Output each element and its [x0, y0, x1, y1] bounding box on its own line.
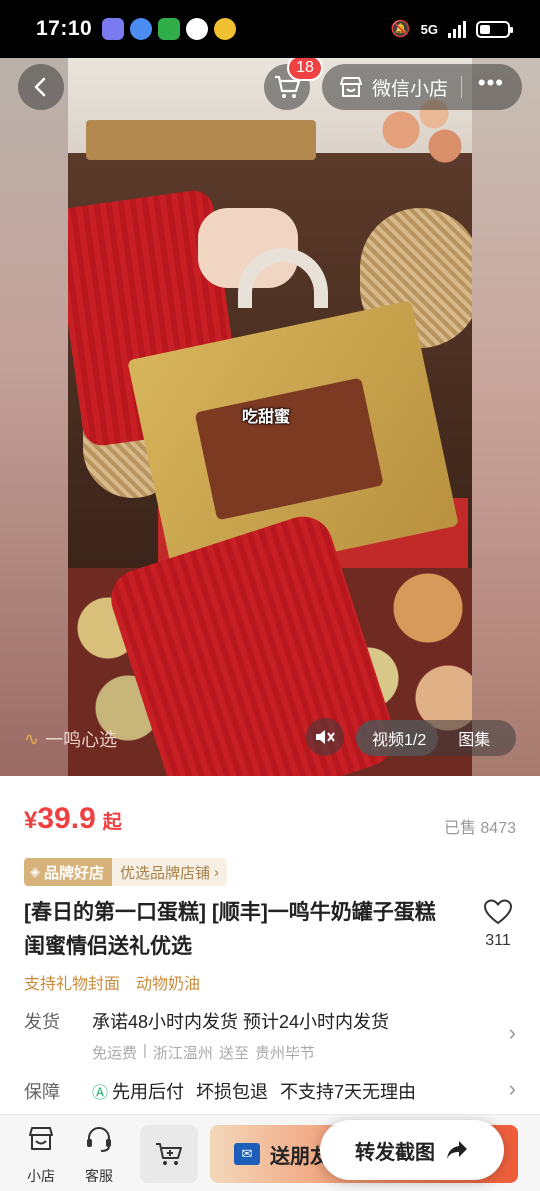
- heart-icon: [483, 899, 513, 925]
- share-screenshot-button[interactable]: 转发截图: [320, 1120, 504, 1180]
- brand-store-link[interactable]: 优选品牌店铺 ›: [112, 858, 228, 886]
- video-scene-flowers: [368, 98, 472, 178]
- product-title: [春日的第一口蛋糕] [顺丰]一鸣牛奶罐子蛋糕 闺蜜情侣送礼优选: [24, 901, 436, 958]
- tag-item: 支持礼物封面: [24, 976, 121, 993]
- price-currency: ¥: [24, 807, 38, 834]
- guarantee-item: 不支持7天无理由: [280, 1082, 417, 1102]
- service-nav-label: 客服: [85, 1168, 113, 1184]
- guarantee-item: 坏损包退: [196, 1082, 269, 1102]
- favorite-count: 311: [485, 932, 511, 949]
- battery-icon: [476, 20, 513, 38]
- sold-label: 已售: [443, 820, 476, 837]
- mute-button[interactable]: [306, 718, 344, 756]
- tag-item: 动物奶油: [136, 976, 201, 993]
- shipping-label: 发货: [24, 1012, 60, 1032]
- store-icon: [340, 77, 362, 97]
- brand-link-text: 优选品牌店铺: [120, 864, 211, 882]
- app-notification-icon: [130, 18, 153, 40]
- guarantee-item: 先用后付: [112, 1082, 185, 1102]
- bag-icon: ◈: [30, 864, 40, 879]
- ship-from: 浙江温州: [152, 1045, 213, 1062]
- shop-nav-label: 小店: [27, 1168, 55, 1184]
- brand-logo-icon: ∿: [24, 728, 40, 749]
- app-notification-icon: [186, 18, 209, 40]
- status-indicators: 🔕 5G: [390, 19, 513, 39]
- shop-label: 微信小店: [372, 78, 449, 100]
- media-blur-left: [0, 58, 68, 776]
- product-info: ¥ 39.9 起 已售 8473 ◈ 品牌好店 优选品牌店铺 › [春日的第一口…: [0, 776, 540, 1121]
- guarantee-label: 保障: [24, 1082, 60, 1102]
- chevron-right-icon: ›: [508, 1020, 516, 1045]
- gift-icon: ✉: [234, 1143, 260, 1165]
- video-scene-basket: [86, 120, 316, 160]
- video-caption: 吃甜蜜: [242, 409, 291, 426]
- status-time: 17:10: [36, 17, 93, 40]
- shop-nav-button[interactable]: 小店: [16, 1125, 66, 1186]
- customer-service-button[interactable]: 客服: [74, 1125, 124, 1186]
- pill-divider: [461, 76, 462, 98]
- tab-video[interactable]: 视频1/2: [356, 720, 439, 756]
- share-screenshot-label: 转发截图: [355, 1141, 435, 1164]
- more-menu-button[interactable]: •••: [478, 70, 504, 96]
- product-media[interactable]: 吃甜蜜 ∿ 一鸣心选 18 微信小店 ••• 视频1/2 图集: [0, 58, 540, 776]
- mute-bell-icon: 🔕: [390, 21, 411, 38]
- shipping-row[interactable]: 发货 承诺48小时内发货 预计24小时内发货 免运费 | 浙江温州 送至 贵州毕…: [24, 1008, 516, 1063]
- back-arrow-icon: [34, 77, 46, 97]
- headset-icon: [74, 1125, 124, 1160]
- shipping-details: 免运费 | 浙江温州 送至 贵州毕节: [92, 1042, 389, 1063]
- product-tags: 支持礼物封面 动物奶油: [24, 970, 200, 994]
- add-cart-icon: [156, 1143, 182, 1165]
- signal-icon: [448, 20, 466, 38]
- brand-badge-text: 品牌好店: [44, 864, 105, 882]
- watermark-text: 一鸣心选: [45, 730, 118, 750]
- product-video[interactable]: 吃甜蜜: [68, 58, 472, 776]
- status-app-icons: [102, 18, 237, 40]
- share-arrow-icon: [447, 1141, 467, 1159]
- wechat-shop-button[interactable]: 微信小店 •••: [322, 64, 522, 110]
- brand-badge: ◈ 品牌好店: [24, 858, 113, 886]
- price-value: 39.9: [37, 802, 96, 835]
- free-shipping: 免运费: [92, 1045, 138, 1062]
- guarantee-row[interactable]: 保障 Ⓐ 先用后付 坏损包退 不支持7天无理由 ›: [24, 1076, 516, 1104]
- chevron-right-icon: ›: [508, 1076, 516, 1101]
- video-watermark: ∿ 一鸣心选: [24, 726, 117, 752]
- chevron-right-icon: ›: [214, 863, 220, 881]
- add-to-cart-button[interactable]: [140, 1125, 198, 1183]
- sold-number: 8473: [480, 820, 516, 837]
- app-notification-icon: [102, 18, 125, 40]
- favorite-button[interactable]: 311: [480, 898, 516, 950]
- shipping-promise: 承诺48小时内发货 预计24小时内发货: [92, 1012, 390, 1032]
- guarantee-items: Ⓐ 先用后付 坏损包退 不支持7天无理由: [92, 1078, 416, 1104]
- price-suffix: 起: [102, 812, 122, 833]
- brand-row[interactable]: ◈ 品牌好店 优选品牌店铺 ›: [24, 858, 228, 886]
- status-bar: 17:10 🔕 5G: [0, 0, 540, 58]
- ship-to-word: 送至: [218, 1045, 249, 1062]
- app-notification-icon: [214, 18, 237, 40]
- tab-gallery[interactable]: 图集: [438, 726, 490, 750]
- store-icon: [16, 1125, 66, 1160]
- back-button[interactable]: [18, 64, 64, 110]
- media-blur-right: [472, 58, 540, 776]
- sold-count: 已售 8473: [444, 814, 516, 838]
- pay-later-icon: Ⓐ: [92, 1085, 109, 1102]
- mute-icon: [316, 730, 335, 744]
- network-type: 5G: [420, 21, 438, 37]
- price: ¥ 39.9 起: [24, 802, 122, 836]
- ship-to: 贵州毕节: [254, 1045, 315, 1062]
- video-scene-box-window: [194, 377, 384, 521]
- media-tabs: 视频1/2 图集: [356, 720, 516, 756]
- app-notification-icon: [158, 18, 181, 40]
- cart-count-badge: 18: [287, 58, 323, 81]
- divider: |: [143, 1042, 147, 1059]
